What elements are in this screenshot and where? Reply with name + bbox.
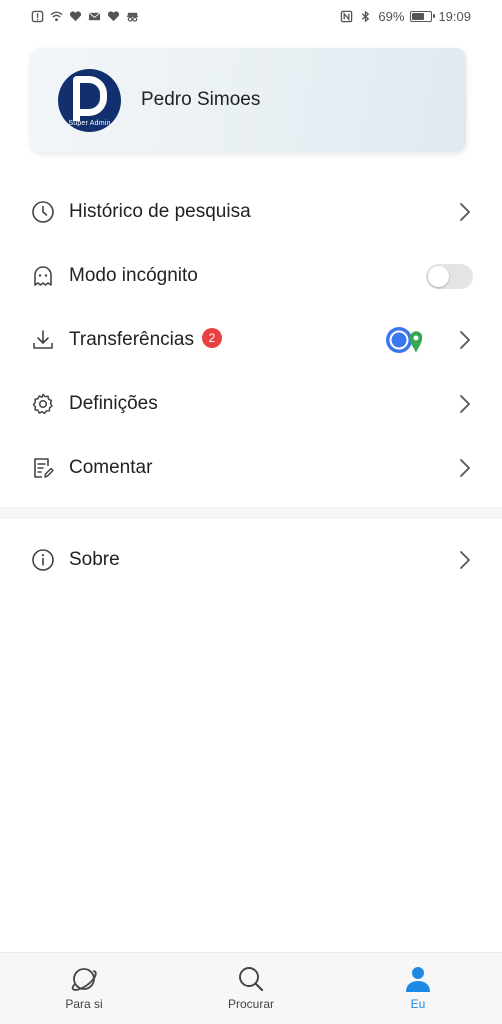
person-icon: [403, 964, 433, 994]
avatar-caption: Super Admin: [68, 119, 111, 127]
bottom-nav: Para si Procurar Eu: [0, 952, 502, 1024]
planet-icon: [69, 964, 99, 994]
chevron-right-icon: [458, 457, 472, 479]
status-bar: 69% 19:09: [0, 0, 502, 32]
nav-tab-me[interactable]: Eu: [368, 953, 468, 1024]
avatar: Super Admin: [58, 68, 121, 132]
settings-label: Definições: [69, 393, 158, 414]
ghost-icon: [31, 264, 55, 288]
profile-name: Pedro Simoes: [141, 89, 261, 110]
avatar-logo: [72, 76, 107, 121]
status-time: 19:09: [438, 8, 471, 24]
menu-item-downloads[interactable]: Transferências 2: [0, 308, 502, 372]
health-icon: [69, 10, 82, 23]
incognito-toggle[interactable]: [426, 263, 473, 289]
menu-item-incognito[interactable]: Modo incógnito: [0, 244, 502, 308]
mail-icon: [88, 10, 101, 23]
search-icon: [236, 964, 266, 994]
alert-icon: [31, 10, 44, 23]
menu-item-history[interactable]: Histórico de pesquisa: [0, 180, 502, 244]
status-left-icons: [31, 10, 139, 23]
chevron-right-icon: [458, 201, 472, 223]
battery-level: [412, 12, 425, 20]
nav-label-for-you: Para si: [65, 997, 103, 1011]
info-icon: [31, 548, 55, 572]
history-label: Histórico de pesquisa: [69, 201, 251, 222]
chevron-right-icon: [458, 329, 472, 351]
chevron-right-icon: [458, 549, 472, 571]
nav-tab-search[interactable]: Procurar: [201, 953, 301, 1024]
feedback-edit-icon: [31, 456, 55, 480]
chevron-right-icon: [458, 393, 472, 415]
menu-item-settings[interactable]: Definições: [0, 372, 502, 436]
nav-tab-for-you[interactable]: Para si: [34, 953, 134, 1024]
section-divider: [0, 507, 502, 519]
about-label: Sobre: [69, 549, 120, 570]
nav-label-search: Procurar: [227, 997, 274, 1011]
downloads-label-wrap: Transferências 2: [69, 327, 222, 351]
menu-item-about[interactable]: Sobre: [0, 528, 502, 592]
toggle-knob: [428, 265, 449, 287]
gear-icon: [31, 392, 55, 416]
feedback-label: Comentar: [69, 457, 153, 478]
download-icon: [31, 328, 55, 352]
nfc-icon: [340, 10, 353, 23]
menu-item-feedback[interactable]: Comentar: [0, 436, 502, 500]
clock-icon: [31, 200, 55, 224]
profile-card[interactable]: Super Admin Pedro Simoes: [31, 48, 466, 152]
nav-label-me: Eu: [410, 997, 426, 1011]
battery-percent: 69%: [378, 8, 405, 24]
incognito-icon: [126, 10, 139, 23]
downloads-badge: 2: [201, 327, 222, 348]
bluetooth-icon: [359, 9, 372, 23]
wifi-icon: [50, 10, 63, 23]
health-icon-2: [107, 10, 120, 23]
downloads-label: Transferências: [69, 329, 194, 350]
app-icons: [384, 325, 424, 355]
status-right-icons: 69% 19:09: [340, 9, 471, 24]
battery-icon: [410, 10, 436, 22]
incognito-label: Modo incógnito: [69, 265, 198, 286]
